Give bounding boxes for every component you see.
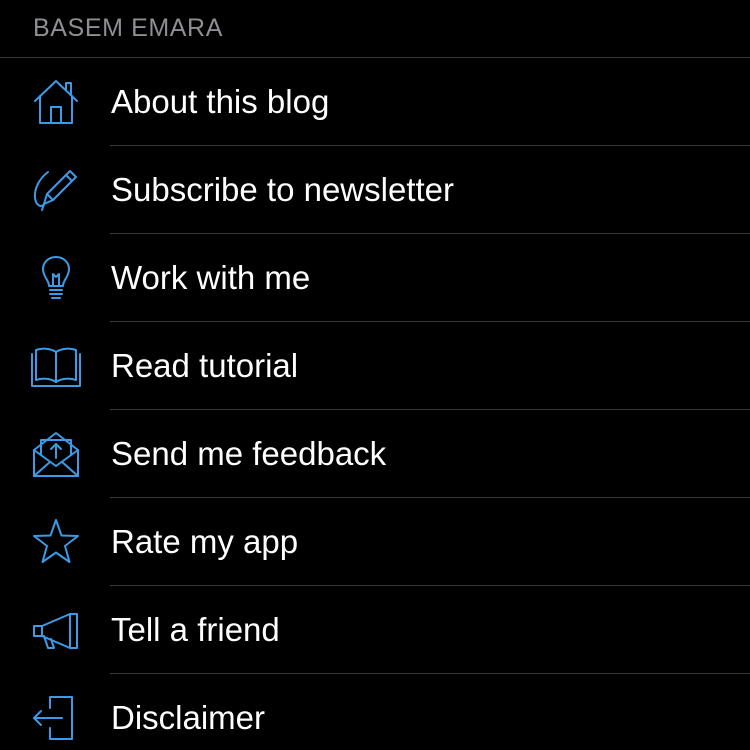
menu-item-label: Read tutorial bbox=[111, 347, 299, 384]
lightbulb-icon bbox=[30, 252, 82, 304]
settings-screen: BASEM EMARA About this blog Subscribe to… bbox=[0, 0, 750, 750]
menu-item-about[interactable]: About this blog bbox=[0, 58, 750, 146]
menu-list: About this blog Subscribe to newsletter bbox=[0, 58, 750, 750]
pencil-icon bbox=[30, 164, 82, 216]
menu-item-rate[interactable]: Rate my app bbox=[0, 498, 750, 586]
menu-item-label: Disclaimer bbox=[111, 699, 266, 736]
menu-item-label: Subscribe to newsletter bbox=[111, 171, 455, 208]
book-icon bbox=[30, 340, 82, 392]
envelope-icon bbox=[30, 428, 82, 480]
home-icon bbox=[30, 76, 82, 128]
menu-item-label: Rate my app bbox=[111, 523, 299, 560]
menu-item-label: Work with me bbox=[111, 259, 311, 296]
menu-item-tell-friend[interactable]: Tell a friend bbox=[0, 586, 750, 674]
menu-item-tutorial[interactable]: Read tutorial bbox=[0, 322, 750, 410]
menu-item-label: Tell a friend bbox=[111, 611, 280, 648]
exit-icon bbox=[30, 692, 82, 744]
menu-item-feedback[interactable]: Send me feedback bbox=[0, 410, 750, 498]
megaphone-icon bbox=[30, 604, 82, 656]
menu-item-subscribe[interactable]: Subscribe to newsletter bbox=[0, 146, 750, 234]
menu-item-disclaimer[interactable]: Disclaimer bbox=[0, 674, 750, 750]
menu-item-label: Send me feedback bbox=[111, 435, 387, 472]
star-icon bbox=[30, 516, 82, 568]
section-header: BASEM EMARA bbox=[0, 0, 750, 58]
menu-item-label: About this blog bbox=[111, 83, 330, 120]
menu-item-work[interactable]: Work with me bbox=[0, 234, 750, 322]
